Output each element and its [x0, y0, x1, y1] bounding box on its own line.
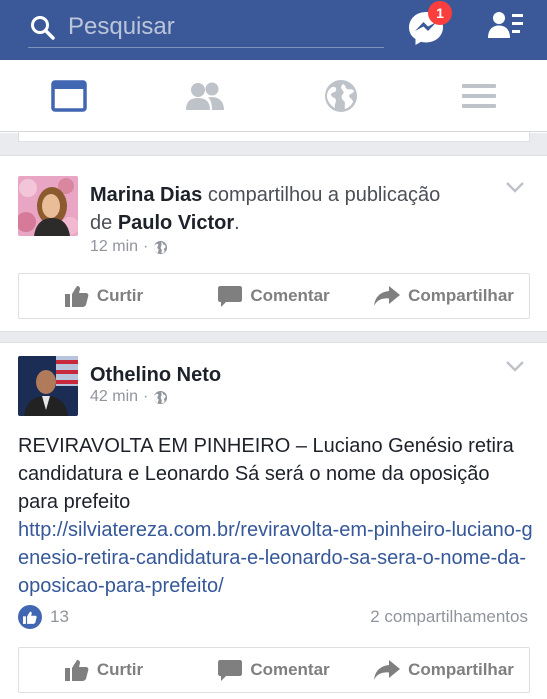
tab-notifications[interactable] — [320, 76, 362, 116]
author-name[interactable]: Othelino Neto — [90, 364, 221, 386]
post-time[interactable]: 12 min — [90, 238, 138, 256]
like-icon — [64, 660, 89, 681]
share-button[interactable]: Compartilhar — [359, 274, 529, 318]
news-feed-icon — [51, 80, 87, 112]
share-button[interactable]: Compartilhar — [359, 648, 529, 692]
tab-menu[interactable] — [458, 76, 500, 116]
comment-button[interactable]: Comentar — [189, 648, 359, 692]
like-icon — [64, 286, 89, 307]
connector-text: de — [90, 212, 113, 234]
globe-icon — [154, 390, 168, 404]
post-meta: 12 min · — [90, 238, 168, 256]
meta-dot: · — [143, 388, 149, 405]
comment-label: Comentar — [250, 286, 330, 305]
chevron-down-icon[interactable] — [505, 181, 525, 193]
post-header: Othelino Neto — [90, 361, 221, 389]
like-button[interactable]: Curtir — [19, 648, 189, 692]
action-bar: Curtir Comentar Compartilhar — [18, 273, 530, 319]
like-reaction-icon — [18, 605, 42, 629]
post-header: Marina Dias compartilhou a publicação de… — [90, 184, 441, 234]
post-time[interactable]: 42 min — [90, 388, 138, 406]
like-label: Curtir — [96, 286, 144, 305]
top-bar: 1 — [0, 0, 547, 60]
messenger-badge: 1 — [428, 1, 452, 25]
reactions-summary[interactable]: 13 — [18, 605, 69, 629]
avatar[interactable] — [18, 356, 78, 416]
share-label: Compartilhar — [408, 286, 514, 305]
share-label: Compartilhar — [408, 660, 514, 679]
share-icon — [374, 286, 401, 306]
comment-icon — [218, 286, 243, 307]
author-name[interactable]: Marina Dias — [90, 184, 202, 206]
search-bar[interactable] — [28, 8, 384, 48]
shares-count[interactable]: 2 compartilhamentos — [370, 607, 528, 627]
previous-post-bottom — [18, 132, 530, 142]
menu-icon — [462, 84, 496, 108]
action-bar: Curtir Comentar Compartilhar — [18, 647, 530, 693]
share-icon — [374, 660, 401, 680]
globe-icon — [325, 80, 357, 112]
meta-dot: · — [143, 238, 149, 255]
comment-button[interactable]: Comentar — [189, 274, 359, 318]
like-button[interactable]: Curtir — [19, 274, 189, 318]
tab-news-feed[interactable] — [48, 76, 90, 116]
friends-icon — [186, 82, 224, 110]
like-label: Curtir — [96, 660, 144, 679]
post-link[interactable]: http://silviatereza.com.br/reviravolta-e… — [18, 516, 533, 600]
share-action-text: compartilhou a publicação — [207, 184, 441, 206]
globe-icon — [154, 240, 168, 254]
tab-friends[interactable] — [184, 76, 226, 116]
shared-from-name[interactable]: Paulo Victor — [118, 212, 234, 234]
search-icon — [31, 16, 55, 40]
chevron-down-icon[interactable] — [505, 360, 525, 372]
post-text: REVIRAVOLTA EM PINHEIRO – Luciano Genési… — [18, 435, 514, 513]
avatar[interactable] — [18, 176, 78, 236]
comment-label: Comentar — [250, 660, 330, 679]
comment-icon — [218, 660, 243, 681]
likes-count: 13 — [50, 607, 69, 626]
post-meta: 42 min · — [90, 388, 168, 406]
post-card: Marina Dias compartilhou a publicação de… — [0, 155, 547, 332]
search-input[interactable] — [68, 12, 368, 42]
tab-bar — [0, 60, 547, 132]
friend-requests-icon[interactable] — [488, 10, 524, 40]
